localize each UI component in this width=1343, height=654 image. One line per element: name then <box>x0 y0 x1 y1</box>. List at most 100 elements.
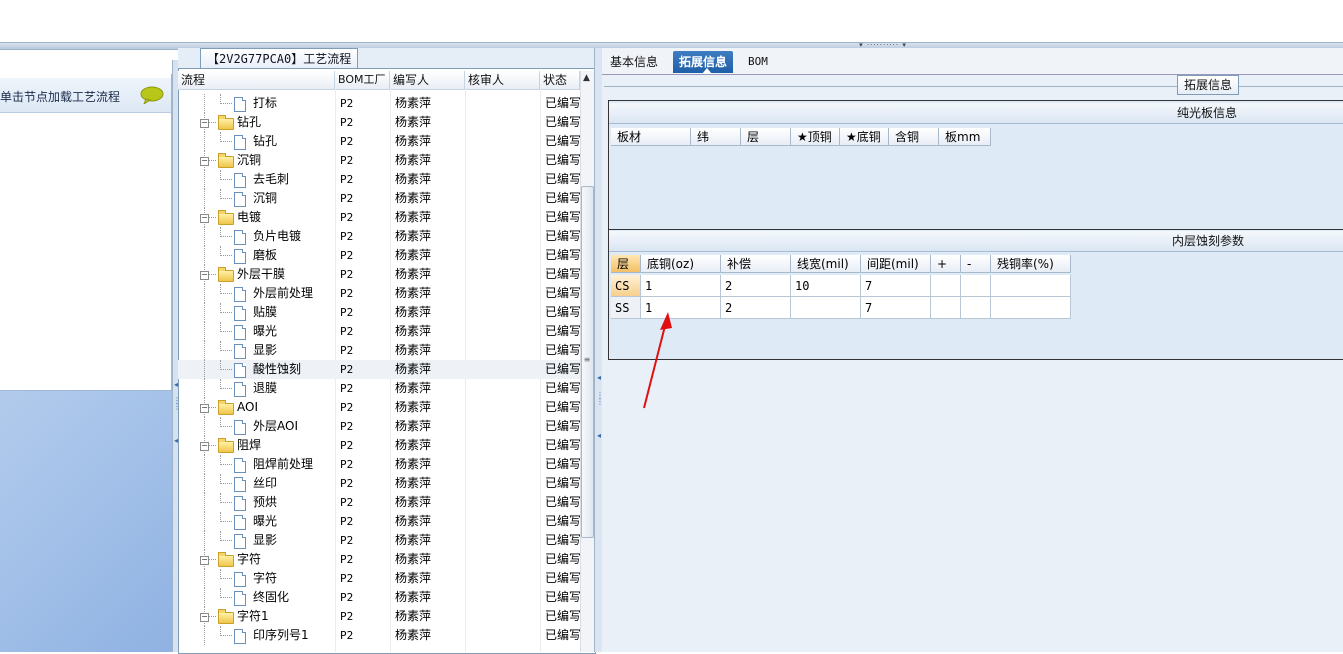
status-cell: 已编写 <box>545 457 582 471</box>
tree-node-label: 预烘 <box>253 495 278 509</box>
tree-item-row[interactable]: 酸性蚀刻 P2 杨素萍 已编写 <box>178 360 582 379</box>
tree-folder-row[interactable]: − 字符 P2 杨素萍 已编写 <box>178 550 582 569</box>
tree-item-row[interactable]: 磨板 P2 杨素萍 已编写 <box>178 246 582 265</box>
etch-col-line-width[interactable]: 线宽(mil) <box>791 255 861 273</box>
etch-col-residual-rate[interactable]: 残铜率(%) <box>991 255 1071 273</box>
tree-item-row[interactable]: 外层AOI P2 杨素萍 已编写 <box>178 417 582 436</box>
etch-cell-residual-rate[interactable] <box>991 275 1071 297</box>
tree-line <box>220 331 232 332</box>
bom-factory-cell: P2 <box>340 382 354 395</box>
tree-item-row[interactable]: 贴膜 P2 杨素萍 已编写 <box>178 303 582 322</box>
tree-folder-row[interactable]: − 沉铜 P2 杨素萍 已编写 <box>178 151 582 170</box>
collapse-toggle-icon[interactable]: − <box>200 157 209 166</box>
etch-cell-minus[interactable] <box>961 275 991 297</box>
folder-icon <box>218 438 234 453</box>
tree-item-row[interactable]: 外层前处理 P2 杨素萍 已编写 <box>178 284 582 303</box>
etch-cell-spacing[interactable]: 7 <box>861 297 931 319</box>
collapse-toggle-icon[interactable]: − <box>200 214 209 223</box>
writer-cell: 杨素萍 <box>395 400 432 414</box>
tab-bom[interactable]: BOM <box>742 51 774 73</box>
tree-folder-row[interactable]: − 外层干膜 P2 杨素萍 已编写 <box>178 265 582 284</box>
document-icon <box>234 629 246 644</box>
col-reviewer[interactable]: 核审人 <box>465 71 540 89</box>
tree-folder-row[interactable]: − 电镀 P2 杨素萍 已编写 <box>178 208 582 227</box>
etch-col-compensation[interactable]: 补偿 <box>721 255 791 273</box>
tree-item-row[interactable]: 去毛刺 P2 杨素萍 已编写 <box>178 170 582 189</box>
board-col-material[interactable]: 板材 <box>611 128 691 146</box>
tree-item-row[interactable]: 显影 P2 杨素萍 已编写 <box>178 531 582 550</box>
etch-cell-compensation[interactable]: 2 <box>721 275 791 297</box>
tree-item-row[interactable]: 字符 P2 杨素萍 已编写 <box>178 569 582 588</box>
tree-folder-row[interactable]: − 钻孔 P2 杨素萍 已编写 <box>178 113 582 132</box>
col-bom-factory[interactable]: BOM工厂 <box>335 71 390 89</box>
etch-cell-line-width[interactable]: 10 <box>791 275 861 297</box>
tree-item-row[interactable]: 打标 P2 杨素萍 已编写 <box>178 94 582 113</box>
process-panel-title[interactable]: 【2V2G77PCA0】工艺流程 <box>200 48 359 69</box>
tree-folder-row[interactable]: − 阻焊 P2 杨素萍 已编写 <box>178 436 582 455</box>
tree-item-row[interactable]: 丝印 P2 杨素萍 已编写 <box>178 474 582 493</box>
tree-item-row[interactable]: 钻孔 P2 杨素萍 已编写 <box>178 132 582 151</box>
document-icon <box>234 477 246 492</box>
tree-folder-row[interactable]: − 字符1 P2 杨素萍 已编写 <box>178 607 582 626</box>
etch-col-base-copper[interactable]: 底铜(oz) <box>641 255 721 273</box>
etch-col-plus[interactable]: + <box>931 255 961 273</box>
collapse-toggle-icon[interactable]: − <box>200 613 209 622</box>
board-col-board-mm[interactable]: 板mm <box>939 128 991 146</box>
etch-cell-base-copper[interactable]: 1 <box>641 275 721 297</box>
writer-cell: 杨素萍 <box>395 457 432 471</box>
etch-col-spacing[interactable]: 间距(mil) <box>861 255 931 273</box>
board-col-weft[interactable]: 纬 <box>691 128 741 146</box>
tree-item-row[interactable]: 曝光 P2 杨素萍 已编写 <box>178 512 582 531</box>
etch-cell-residual-rate[interactable] <box>991 297 1071 319</box>
etch-col-layer[interactable]: 层 <box>611 255 641 273</box>
etch-col-minus[interactable]: - <box>961 255 991 273</box>
writer-cell: 杨素萍 <box>395 514 432 528</box>
col-flow[interactable]: 流程 <box>178 71 335 89</box>
tree-item-row[interactable]: 负片电镀 P2 杨素萍 已编写 <box>178 227 582 246</box>
tab-basic-info[interactable]: 基本信息 <box>604 51 664 73</box>
tree-line <box>220 350 232 351</box>
etch-row-layer[interactable]: CS <box>611 275 641 297</box>
tree-line <box>204 588 205 607</box>
scroll-grip-icon[interactable]: ≡ <box>583 355 591 364</box>
tree-item-row[interactable]: 终固化 P2 杨素萍 已编写 <box>178 588 582 607</box>
tree-item-row[interactable]: 印序列号1 P2 杨素萍 已编写 <box>178 626 582 645</box>
col-writer[interactable]: 编写人 <box>390 71 465 89</box>
document-icon <box>234 287 246 302</box>
tree-item-row[interactable]: 曝光 P2 杨素萍 已编写 <box>178 322 582 341</box>
tree-line <box>204 322 205 341</box>
etch-cell-spacing[interactable]: 7 <box>861 275 931 297</box>
tree-item-row[interactable]: 退膜 P2 杨素萍 已编写 <box>178 379 582 398</box>
tree-line <box>204 417 205 436</box>
annotation-arrow-icon <box>643 312 672 409</box>
board-col-layer[interactable]: 层 <box>741 128 791 146</box>
tree-item-row[interactable]: 阻焊前处理 P2 杨素萍 已编写 <box>178 455 582 474</box>
etch-cell-plus[interactable] <box>931 275 961 297</box>
tree-line <box>220 198 232 199</box>
tree-item-row[interactable]: 显影 P2 杨素萍 已编写 <box>178 341 582 360</box>
scroll-up-icon[interactable]: ▲ <box>580 73 593 87</box>
bom-factory-cell: P2 <box>340 401 354 414</box>
tree-header: 流程 BOM工厂 编写人 核审人 状态 <box>178 71 594 90</box>
bom-factory-cell: P2 <box>340 629 354 642</box>
board-col-bottom-copper[interactable]: ★底铜 <box>840 128 889 146</box>
tree-line <box>220 141 232 142</box>
etch-cell-plus[interactable] <box>931 297 961 319</box>
tree-folder-row[interactable]: − AOI P2 杨素萍 已编写 <box>178 398 582 417</box>
etch-cell-minus[interactable] <box>961 297 991 319</box>
tree-item-row[interactable]: 预烘 P2 杨素萍 已编写 <box>178 493 582 512</box>
tree-line <box>220 293 232 294</box>
collapse-toggle-icon[interactable]: − <box>200 271 209 280</box>
board-col-top-copper[interactable]: ★顶铜 <box>791 128 840 146</box>
etch-cell-compensation[interactable]: 2 <box>721 297 791 319</box>
collapse-toggle-icon[interactable]: − <box>200 119 209 128</box>
writer-cell: 杨素萍 <box>395 495 432 509</box>
etch-cell-line-width[interactable] <box>791 297 861 319</box>
tree-item-row[interactable]: 沉铜 P2 杨素萍 已编写 <box>178 189 582 208</box>
board-col-copper-included[interactable]: 含铜 <box>889 128 939 146</box>
collapse-toggle-icon[interactable]: − <box>200 442 209 451</box>
speech-bubble-icon[interactable] <box>140 86 164 104</box>
col-status[interactable]: 状态 <box>540 71 580 89</box>
collapse-toggle-icon[interactable]: − <box>200 556 209 565</box>
collapse-toggle-icon[interactable]: − <box>200 404 209 413</box>
